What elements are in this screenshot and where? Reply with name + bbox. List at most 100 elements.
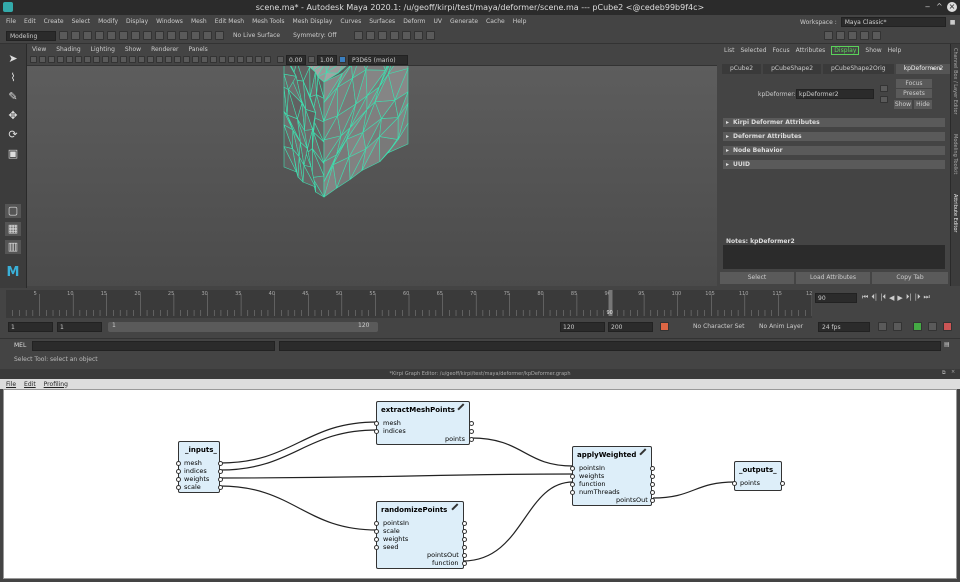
ae-menu-list[interactable]: List — [724, 47, 735, 54]
workspace-dropdown[interactable]: Maya Classic* — [840, 17, 946, 27]
menu-help[interactable]: Help — [513, 18, 527, 25]
menu-uv[interactable]: UV — [434, 18, 443, 25]
layout-four-icon[interactable] — [835, 31, 845, 40]
grease-pencil-icon[interactable] — [75, 56, 82, 63]
port-out[interactable] — [650, 490, 655, 495]
lights-icon[interactable] — [183, 56, 190, 63]
minimize-icon[interactable]: ‒ — [925, 2, 930, 11]
side-pane-layout-icon[interactable]: ▥ — [5, 240, 21, 254]
section-kirpi-deformer-attributes[interactable]: ▸ Kirpi Deformer Attributes — [723, 118, 945, 127]
step-back-frame-icon[interactable]: |⏴ — [880, 293, 886, 302]
menu-display[interactable]: Display — [126, 18, 148, 25]
port-in[interactable] — [374, 521, 379, 526]
maximize-icon[interactable]: ^ — [936, 2, 943, 11]
menu-edit[interactable]: Edit — [24, 18, 36, 25]
port-out[interactable] — [462, 553, 467, 558]
port-out[interactable] — [218, 477, 223, 482]
section-uuid[interactable]: ▸ UUID — [723, 160, 945, 169]
mode-dropdown[interactable]: Modeling — [6, 30, 56, 41]
settings-gear-icon[interactable] — [871, 31, 881, 40]
port-out[interactable] — [469, 421, 474, 426]
snap-grid-icon[interactable] — [155, 31, 164, 40]
save-scene-icon[interactable] — [83, 31, 92, 40]
ambient-occlusion-icon[interactable] — [201, 56, 208, 63]
graph-close-icon[interactable]: × — [951, 369, 955, 375]
menu-cache[interactable]: Cache — [486, 18, 505, 25]
ae-menu-attributes[interactable]: Attributes — [796, 47, 826, 54]
close-icon[interactable]: × — [947, 2, 957, 12]
port-in[interactable] — [176, 461, 181, 466]
xray-icon[interactable] — [246, 56, 253, 63]
select-component-icon[interactable] — [143, 31, 152, 40]
ae-menu-focus[interactable]: Focus — [773, 47, 790, 54]
select-button[interactable]: Select — [720, 272, 794, 284]
port-out[interactable] — [462, 521, 467, 526]
go-to-end-icon[interactable]: ⏭ — [924, 293, 930, 302]
menu-surfaces[interactable]: Surfaces — [369, 18, 395, 25]
cache-icon[interactable] — [893, 322, 902, 331]
node-name-field[interactable]: kpDeformer2 — [796, 89, 874, 99]
float-icon[interactable]: ⧉ — [942, 370, 946, 376]
port-in[interactable] — [374, 545, 379, 550]
isolate-select-icon[interactable] — [237, 56, 244, 63]
menu-select[interactable]: Select — [72, 18, 91, 25]
deformed-cube-mesh[interactable] — [27, 66, 717, 286]
select-hierarchy-icon[interactable] — [119, 31, 128, 40]
image-plane-icon[interactable] — [57, 56, 64, 63]
fps-dropdown[interactable]: 24 fps — [818, 322, 870, 332]
step-back-key-icon[interactable]: ⏴| — [871, 293, 877, 302]
playblast-icon[interactable] — [413, 31, 423, 40]
port-in[interactable] — [176, 485, 181, 490]
hypershade-icon[interactable] — [401, 31, 411, 40]
layout-outliner-icon[interactable] — [859, 31, 869, 40]
sound-icon[interactable] — [913, 322, 922, 331]
playback-speed-icon[interactable] — [928, 322, 937, 331]
four-pane-layout-icon[interactable]: ▦ — [5, 222, 21, 236]
mel-label[interactable]: MEL — [14, 342, 26, 349]
focus-button[interactable]: Focus — [896, 79, 932, 88]
step-forward-key-icon[interactable]: |⏵ — [915, 293, 921, 302]
redo-icon[interactable] — [107, 31, 116, 40]
node-outputs[interactable]: _outputs_ points — [732, 461, 785, 491]
anim-prefs-icon[interactable] — [943, 322, 952, 331]
construction-history-icon[interactable] — [215, 31, 224, 40]
compound-icon[interactable] — [451, 503, 463, 515]
shadows-icon[interactable] — [192, 56, 199, 63]
anim-end-field[interactable]: 200 — [608, 322, 653, 332]
port-in[interactable] — [732, 481, 737, 486]
character-set-dropdown[interactable]: No Character Set — [693, 323, 744, 330]
section-expand-icon[interactable]: ▸ — [726, 132, 729, 141]
menu-file[interactable]: File — [6, 18, 16, 25]
viewport-menu-panels[interactable]: Panels — [188, 46, 207, 53]
port-in[interactable] — [374, 537, 379, 542]
port-out[interactable] — [650, 498, 655, 503]
color-management-icon[interactable] — [339, 56, 346, 63]
port-out[interactable] — [462, 537, 467, 542]
compound-icon[interactable] — [457, 403, 469, 415]
section-expand-icon[interactable]: ▸ — [726, 146, 729, 155]
menu-windows[interactable]: Windows — [156, 18, 183, 25]
range-start-field[interactable]: 1 — [8, 322, 53, 332]
gamma-icon[interactable] — [308, 56, 315, 63]
go-to-start-icon[interactable]: ⏮ — [862, 293, 868, 302]
xray-joints-icon[interactable] — [255, 56, 262, 63]
select-tool-icon[interactable]: ➤ — [5, 52, 21, 66]
node-randomize-points[interactable]: randomizePoints pointsIn scale weights s… — [374, 501, 467, 569]
viewport-menu-show[interactable]: Show — [125, 46, 141, 53]
step-forward-frame-icon[interactable]: ⏵| — [906, 293, 912, 302]
camera-attributes-icon[interactable] — [39, 56, 46, 63]
port-in[interactable] — [570, 482, 575, 487]
rotate-tool-icon[interactable]: ⟳ — [5, 128, 21, 142]
port-out[interactable] — [462, 561, 467, 566]
play-forwards-icon[interactable]: ▶ — [897, 294, 902, 302]
port-in[interactable] — [570, 474, 575, 479]
smooth-shade-icon[interactable] — [156, 56, 163, 63]
tab-kpdeformer2[interactable]: kpDeformer2 — [895, 64, 952, 74]
copy-tab-button[interactable]: Copy Tab — [872, 272, 948, 284]
port-in[interactable] — [176, 469, 181, 474]
resolution-gate-icon[interactable] — [102, 56, 109, 63]
command-input[interactable] — [32, 341, 275, 351]
field-chart-icon[interactable] — [120, 56, 127, 63]
show-button[interactable]: Show — [894, 100, 912, 109]
port-out[interactable] — [650, 474, 655, 479]
